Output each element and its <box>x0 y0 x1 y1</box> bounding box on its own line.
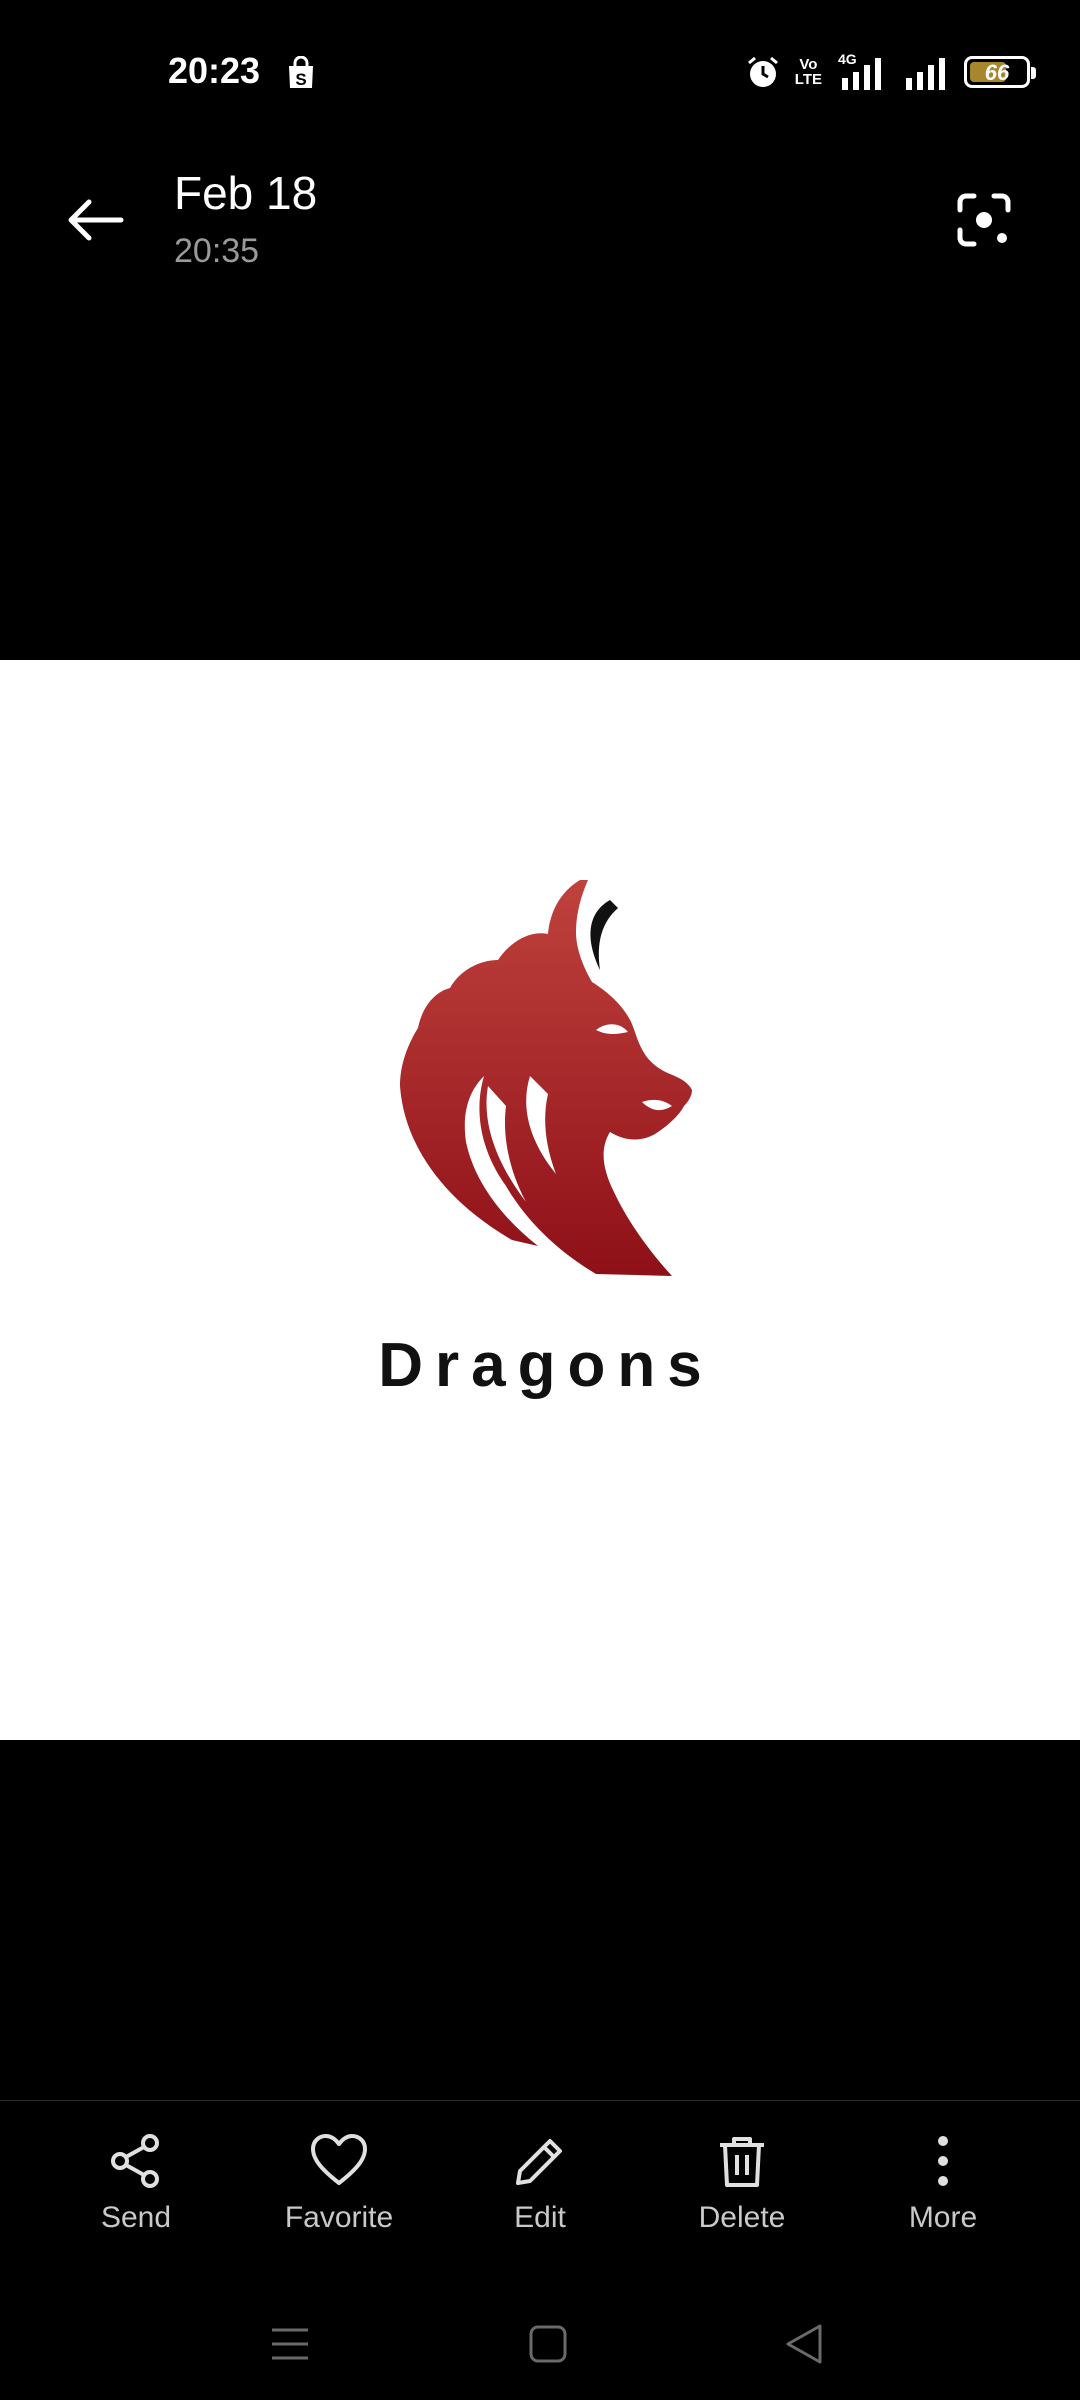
favorite-button[interactable]: Favorite <box>239 2131 439 2251</box>
brand-text: Dragons <box>378 1331 714 1400</box>
more-vertical-icon <box>938 2136 948 2186</box>
svg-text:4G: 4G <box>838 52 857 67</box>
photo-image[interactable]: Dragons <box>0 660 1080 1740</box>
delete-button[interactable]: Delete <box>642 2131 842 2251</box>
signal-icon: 4G <box>838 52 881 90</box>
arrow-left-icon <box>68 199 124 241</box>
send-label: Send <box>100 2201 172 2234</box>
more-label: More <box>908 2201 978 2234</box>
delete-label: Delete <box>698 2201 786 2234</box>
status-time: 20:23 <box>168 50 261 91</box>
lens-button[interactable] <box>944 180 1024 260</box>
photo-header: Feb 18 20:35 <box>0 150 1080 290</box>
edit-label: Edit <box>514 2201 566 2234</box>
action-bar: Send Favorite Edit Delete More <box>0 2100 1080 2280</box>
favorite-label: Favorite <box>284 2201 394 2234</box>
trash-icon <box>720 2137 764 2187</box>
back-icon <box>786 2324 822 2364</box>
share-icon <box>111 2134 159 2188</box>
lens-scan-icon <box>957 193 1011 247</box>
battery-icon: 66 <box>964 56 1036 88</box>
status-bar: 20:23 S Vo LTE 4G 66 <box>0 0 1080 140</box>
volte-icon: Vo LTE <box>794 56 822 88</box>
menu-icon <box>272 2328 308 2360</box>
send-button[interactable]: Send <box>36 2131 236 2251</box>
dragon-logo <box>400 880 692 1276</box>
network-4g-signal: 4G <box>836 52 890 92</box>
svg-text:S: S <box>295 70 306 89</box>
photo-viewer-screen: 20:23 S Vo LTE 4G 66 Feb 18 20:35 Dragon… <box>0 0 1080 2400</box>
back-button[interactable] <box>55 184 135 256</box>
battery-cap <box>1031 67 1036 79</box>
signal-icon <box>906 58 945 90</box>
shopping-bag-icon: S <box>289 56 313 89</box>
alarm-icon <box>747 56 778 87</box>
system-nav-bar <box>0 2290 1080 2400</box>
photo-date: Feb 18 <box>174 167 318 219</box>
pencil-icon <box>516 2139 562 2185</box>
status-icons: Vo LTE 4G 66 <box>745 50 1036 94</box>
home-icon <box>529 2325 567 2363</box>
more-button[interactable]: More <box>843 2131 1043 2251</box>
photo-time: 20:35 <box>174 232 260 270</box>
home-button[interactable] <box>508 2314 588 2374</box>
edit-button[interactable]: Edit <box>440 2131 640 2251</box>
recents-button[interactable] <box>250 2314 330 2374</box>
nav-back-button[interactable] <box>764 2314 844 2374</box>
battery-percent: 66 <box>984 60 1010 85</box>
heart-icon <box>311 2134 367 2185</box>
